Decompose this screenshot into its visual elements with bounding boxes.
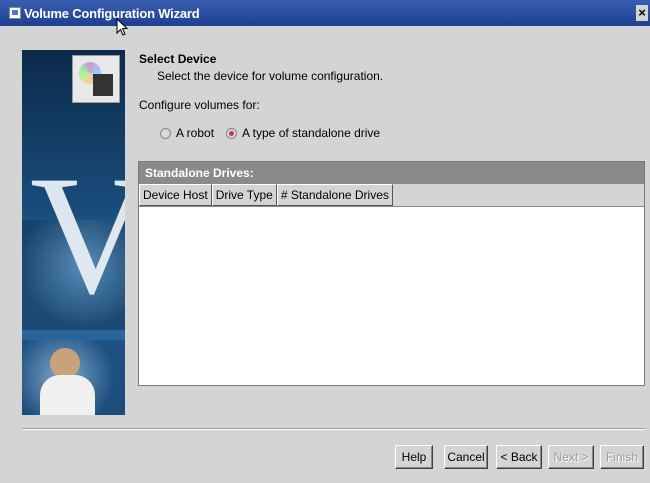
app-icon xyxy=(9,7,21,19)
column-standalone-drives[interactable]: # Standalone Drives xyxy=(276,184,393,206)
back-button[interactable]: < Back xyxy=(496,445,542,469)
column-drive-type[interactable]: Drive Type xyxy=(211,184,277,206)
drive-icon xyxy=(93,74,113,96)
step-heading: Select Device xyxy=(139,52,217,66)
standalone-drives-panel: Standalone Drives: Device Host Drive Typ… xyxy=(138,161,645,386)
radio-standalone[interactable]: A type of standalone drive xyxy=(226,126,380,140)
finish-button-label: Finish xyxy=(605,450,638,464)
help-button[interactable]: Help xyxy=(395,445,433,469)
radio-robot[interactable]: A robot xyxy=(160,126,214,140)
close-icon[interactable]: × xyxy=(636,5,648,21)
table-header: Device Host Drive Type # Standalone Driv… xyxy=(139,184,644,207)
brand-v-graphic: V xyxy=(30,141,125,329)
configure-label: Configure volumes for: xyxy=(139,98,260,112)
finish-button[interactable]: Finish xyxy=(600,445,644,469)
mouse-pointer-icon xyxy=(116,18,129,36)
person-head xyxy=(50,348,80,378)
column-device-host[interactable]: Device Host xyxy=(139,184,212,206)
wizard-side-image: V xyxy=(22,50,125,415)
radio-standalone-button[interactable] xyxy=(226,127,237,139)
step-description: Select the device for volume configurati… xyxy=(157,69,384,83)
next-button-label: Next > xyxy=(553,450,589,464)
back-button-label: < Back xyxy=(500,450,538,464)
media-device-icon xyxy=(72,55,120,103)
table-body[interactable] xyxy=(139,207,644,385)
separator-highlight xyxy=(22,429,645,430)
title-bar[interactable]: Volume Configuration Wizard × xyxy=(0,0,650,26)
next-button[interactable]: Next > xyxy=(548,445,594,469)
help-button-label: Help xyxy=(401,450,427,464)
radio-robot-button[interactable] xyxy=(160,127,171,139)
window-title: Volume Configuration Wizard xyxy=(24,6,200,21)
cancel-button[interactable]: Cancel xyxy=(444,445,488,469)
cancel-button-label: Cancel xyxy=(447,450,485,464)
radio-robot-label[interactable]: A robot xyxy=(176,126,214,140)
radio-standalone-label[interactable]: A type of standalone drive xyxy=(242,126,380,140)
person-body xyxy=(40,375,95,415)
panel-title: Standalone Drives: xyxy=(139,162,644,184)
